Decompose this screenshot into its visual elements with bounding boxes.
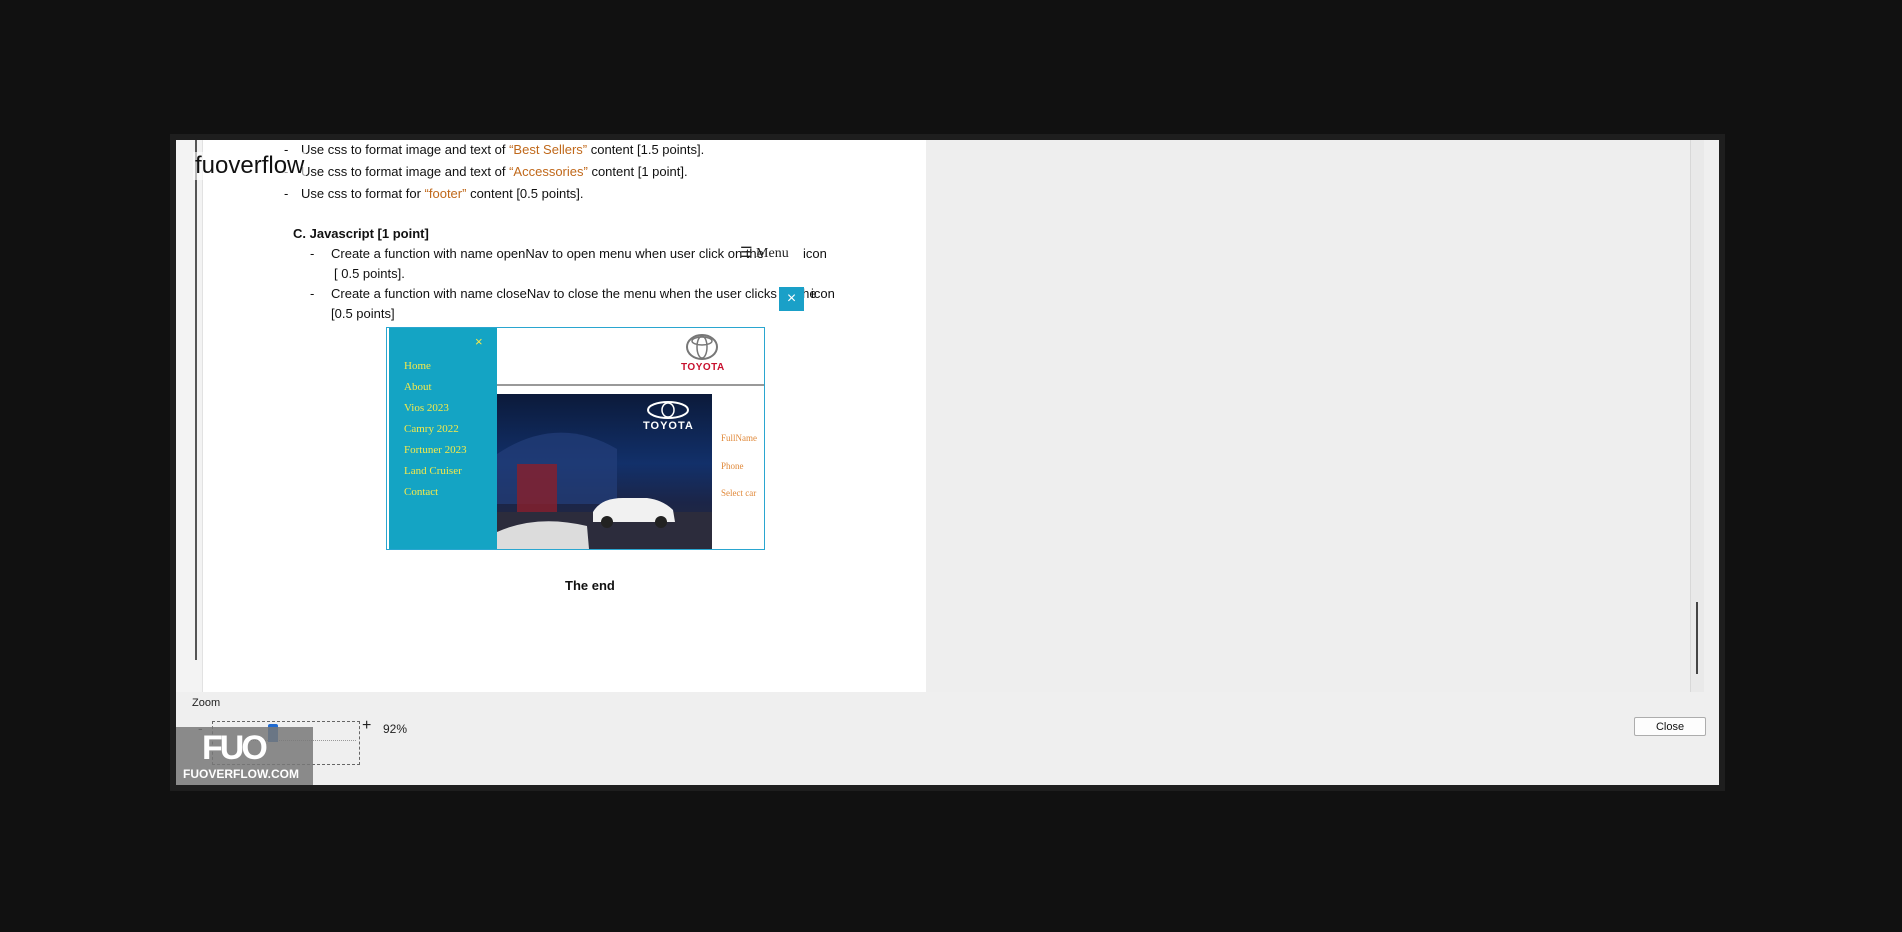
hero-image: TOYOTA — [497, 394, 712, 549]
line-highlight: “Accessories” — [509, 164, 588, 179]
nav-item: Vios 2023 — [404, 402, 449, 414]
fuo-watermark: FUO FUOVERFLOW.COM — [176, 727, 313, 785]
menu-icon: ☰ Menu — [740, 246, 789, 261]
form-label: Phone — [721, 461, 744, 471]
document-viewer[interactable]: - Use css to format image and text of “B… — [176, 140, 1704, 692]
close-icon: × — [779, 287, 804, 311]
line-text: content [1 point]. — [587, 164, 688, 179]
preview-window: - Use css to format image and text of “B… — [176, 140, 1719, 785]
doc-line-footer: Use css to format for “footer” content [… — [301, 186, 584, 201]
brand-name: TOYOTA — [681, 362, 725, 373]
line-text: Use css to format image and text of — [301, 142, 510, 157]
fuo-url: FUOVERFLOW.COM — [183, 767, 299, 781]
toyota-logo-icon — [686, 334, 718, 360]
nav-item: Fortuner 2023 — [404, 444, 467, 456]
bullet-opennav: Create a function with name openNav to o… — [331, 246, 764, 261]
doc-line-accessories: Use css to format image and text of “Acc… — [301, 164, 688, 179]
line-text: Use css to format image and text of — [301, 164, 510, 179]
vertical-scrollbar[interactable] — [1690, 140, 1704, 692]
bullet-opennav-points: [ 0.5 points]. — [334, 266, 405, 281]
bullet-dash: - — [310, 246, 315, 261]
nav-item: Home — [404, 360, 431, 372]
zoom-label: Zoom — [192, 697, 221, 709]
line-highlight: “footer” — [424, 186, 467, 201]
form-label: Select car — [721, 488, 757, 498]
page-left-margin — [176, 140, 203, 692]
zoom-value: 92% — [383, 722, 408, 736]
site-header: TOYOTA — [497, 328, 764, 386]
form-label: FullName — [721, 433, 757, 443]
nav-item: Camry 2022 — [404, 423, 459, 435]
zoom-in-button[interactable]: + — [362, 717, 371, 735]
nav-item: About — [404, 381, 432, 393]
line-text: Use css to format for — [301, 186, 425, 201]
scrollbar-thumb[interactable] — [1696, 602, 1698, 674]
bullet-closenav: Create a function with name closeNav to … — [331, 286, 817, 301]
icon-word: icon — [811, 286, 835, 301]
example-screenshot: × Home About Vios 2023 Camry 2022 Fortun… — [386, 327, 765, 550]
line-highlight: “Best Sellers” — [509, 142, 588, 157]
line-text: content [0.5 points]. — [466, 186, 584, 201]
nav-item: Land Cruiser — [404, 465, 462, 477]
hero-photo-icon — [497, 401, 712, 549]
the-end-text: The end — [565, 578, 615, 593]
photo-wordmark: TOYOTA — [643, 420, 694, 432]
section-heading: C. Javascript [1 point] — [293, 226, 429, 241]
bullet-dash: - — [310, 286, 315, 301]
margin-line — [195, 140, 197, 660]
fuo-logo: FUO — [202, 729, 268, 767]
line-text: content [1.5 points]. — [587, 142, 705, 157]
icon-word: icon — [803, 246, 827, 261]
fuoverflow-watermark-text: fuoverflow — [193, 152, 307, 180]
bullet-dash: - — [284, 186, 289, 201]
close-button[interactable]: Close — [1634, 717, 1706, 736]
nav-item: Contact — [404, 486, 439, 498]
document-page: - Use css to format image and text of “B… — [176, 140, 926, 692]
nav-close-icon: × — [475, 334, 483, 349]
doc-line-best-sellers: Use css to format image and text of “Bes… — [301, 142, 704, 157]
side-nav: × Home About Vios 2023 Camry 2022 Fortun… — [389, 328, 497, 549]
bullet-closenav-points: [0.5 points] — [331, 306, 395, 321]
